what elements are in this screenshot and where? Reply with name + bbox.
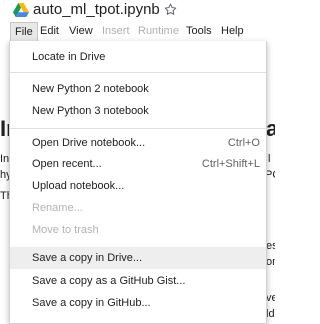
menu-separator: [10, 128, 266, 129]
notebook-text-fragment: l: [268, 153, 271, 165]
menu-help[interactable]: Help: [217, 22, 248, 41]
menu-item-label: New Python 2 notebook: [32, 83, 149, 95]
menu-item-save-copy-in-github[interactable]: Save a copy in GitHub...: [10, 292, 266, 314]
menu-file[interactable]: File: [10, 22, 38, 43]
menu-item-save-copy-in-drive[interactable]: Save a copy in Drive...: [10, 247, 266, 269]
menu-edit[interactable]: Edit: [36, 22, 63, 41]
menu-item-shortcut: Ctrl+O: [227, 137, 260, 149]
menu-view[interactable]: View: [65, 22, 97, 41]
notebook-text-fragment: es: [266, 240, 275, 252]
menu-item-new-python-3[interactable]: New Python 3 notebook: [10, 100, 266, 122]
menu-item-save-copy-github-gist[interactable]: Save a copy as a GitHub Gist...: [10, 270, 266, 292]
menu-item-label: Upload notebook...: [32, 180, 125, 192]
menu-item-move-to-trash: Move to trash: [10, 219, 266, 241]
notebook-text-fragment: om: [266, 256, 275, 268]
menu-item-rename: Rename...: [10, 197, 266, 219]
menu-insert[interactable]: Insert: [98, 22, 134, 41]
menu-item-label: Move to trash: [32, 224, 99, 236]
menu-item-new-python-2[interactable]: New Python 2 notebook: [10, 78, 266, 100]
menu-item-upload-notebook[interactable]: Upload notebook...: [10, 175, 266, 197]
menu-item-label: Open Drive notebook...: [32, 137, 146, 149]
menu-item-label: New Python 3 notebook: [32, 105, 149, 117]
menu-item-label: Locate in Drive: [32, 51, 106, 63]
menu-item-label: Rename...: [32, 202, 83, 214]
star-outline-icon[interactable]: [163, 2, 178, 17]
colab-window: auto_ml_tpot.ipynb In a In hy Th l PO es…: [0, 0, 275, 324]
menu-item-label: Save a copy as a GitHub Gist...: [32, 275, 186, 287]
notebook-text-fragment: In: [0, 153, 10, 165]
notebook-heading-fragment-right: a: [266, 116, 275, 141]
menu-item-label: Open recent...: [32, 158, 102, 170]
menu-item-shortcut: Ctrl+Shift+L: [201, 158, 260, 170]
title-row: auto_ml_tpot.ipynb: [0, 0, 275, 22]
menu-item-label: Save a copy in GitHub...: [32, 297, 151, 309]
notebook-text-fragment: ve: [266, 292, 275, 304]
notebook-text-fragment: ld: [266, 308, 275, 320]
menu-item-open-recent[interactable]: Open recent... Ctrl+Shift+L: [10, 153, 266, 175]
file-menu-dropdown: Locate in Drive New Python 2 notebook Ne…: [9, 41, 267, 324]
menu-separator: [10, 72, 266, 73]
menu-item-label: Save a copy in Drive...: [32, 252, 143, 264]
menu-runtime[interactable]: Runtime: [134, 22, 183, 41]
menu-item-open-drive-notebook[interactable]: Open Drive notebook... Ctrl+O: [10, 132, 266, 154]
google-drive-icon: [13, 3, 29, 17]
menu-item-locate-in-drive[interactable]: Locate in Drive: [10, 46, 266, 68]
menu-tools[interactable]: Tools: [182, 22, 216, 41]
notebook-title[interactable]: auto_ml_tpot.ipynb: [33, 1, 160, 19]
